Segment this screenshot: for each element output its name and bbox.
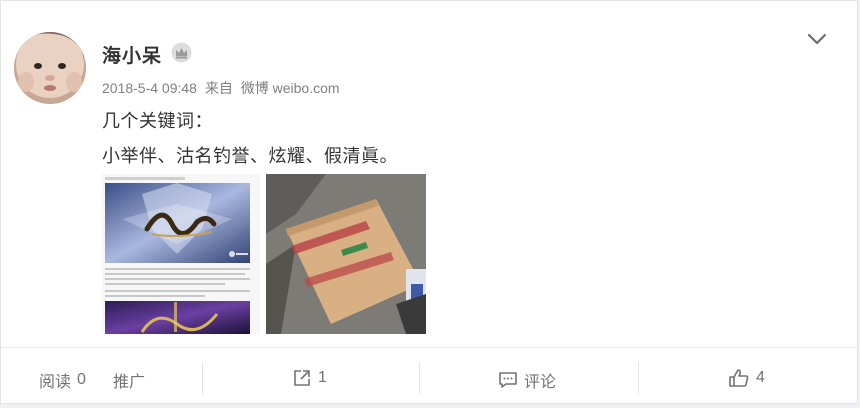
post-footer: 阅读 0 推广 1 评论 4 bbox=[1, 347, 859, 406]
repost-icon bbox=[294, 370, 310, 386]
comment-button[interactable]: 评论 bbox=[498, 368, 556, 392]
promote-button[interactable]: 推广 bbox=[113, 368, 145, 392]
package-box-image[interactable] bbox=[266, 174, 426, 334]
like-button[interactable]: 4 bbox=[728, 368, 765, 388]
post-date[interactable]: 2018-5-4 09:48 bbox=[102, 80, 197, 96]
promote-label: 推广 bbox=[113, 374, 146, 391]
post-text-line-2: 小举伴、沽名钓誉、炫耀、假清眞。 bbox=[102, 146, 398, 166]
read-count: 阅读 0 bbox=[39, 368, 86, 392]
footer-divider bbox=[638, 362, 639, 394]
avatar[interactable] bbox=[14, 32, 86, 104]
repost-count: 1 bbox=[318, 369, 327, 386]
chevron-down-icon[interactable] bbox=[807, 31, 827, 47]
post-source-link[interactable]: 微博 weibo.com bbox=[241, 80, 340, 96]
package-box-graphic bbox=[266, 174, 426, 334]
article-screenshot-graphic bbox=[102, 174, 260, 334]
member-crown-icon[interactable] bbox=[171, 42, 192, 63]
author-name[interactable]: 海小呆 bbox=[102, 41, 162, 68]
footer-divider bbox=[419, 362, 420, 394]
thumbs-up-icon bbox=[729, 369, 749, 387]
read-label: 阅读 bbox=[39, 374, 72, 391]
weibo-post-card: 海小呆 2018-5-4 09:48 来自 微博 weibo.com 几个关键词… bbox=[0, 0, 859, 406]
article-screenshot-image[interactable] bbox=[102, 174, 260, 334]
footer-divider bbox=[202, 362, 203, 394]
baby-face-avatar-image bbox=[14, 32, 86, 104]
comment-icon bbox=[499, 372, 517, 388]
source-prefix: 来自 bbox=[204, 80, 233, 96]
comment-label: 评论 bbox=[524, 374, 557, 391]
read-count-value: 0 bbox=[77, 371, 86, 388]
like-count: 4 bbox=[756, 369, 765, 386]
post-text-line-1: 几个关键词： bbox=[102, 111, 213, 131]
post-meta: 2018-5-4 09:48 来自 微博 weibo.com bbox=[102, 78, 344, 98]
repost-button[interactable]: 1 bbox=[292, 368, 327, 388]
